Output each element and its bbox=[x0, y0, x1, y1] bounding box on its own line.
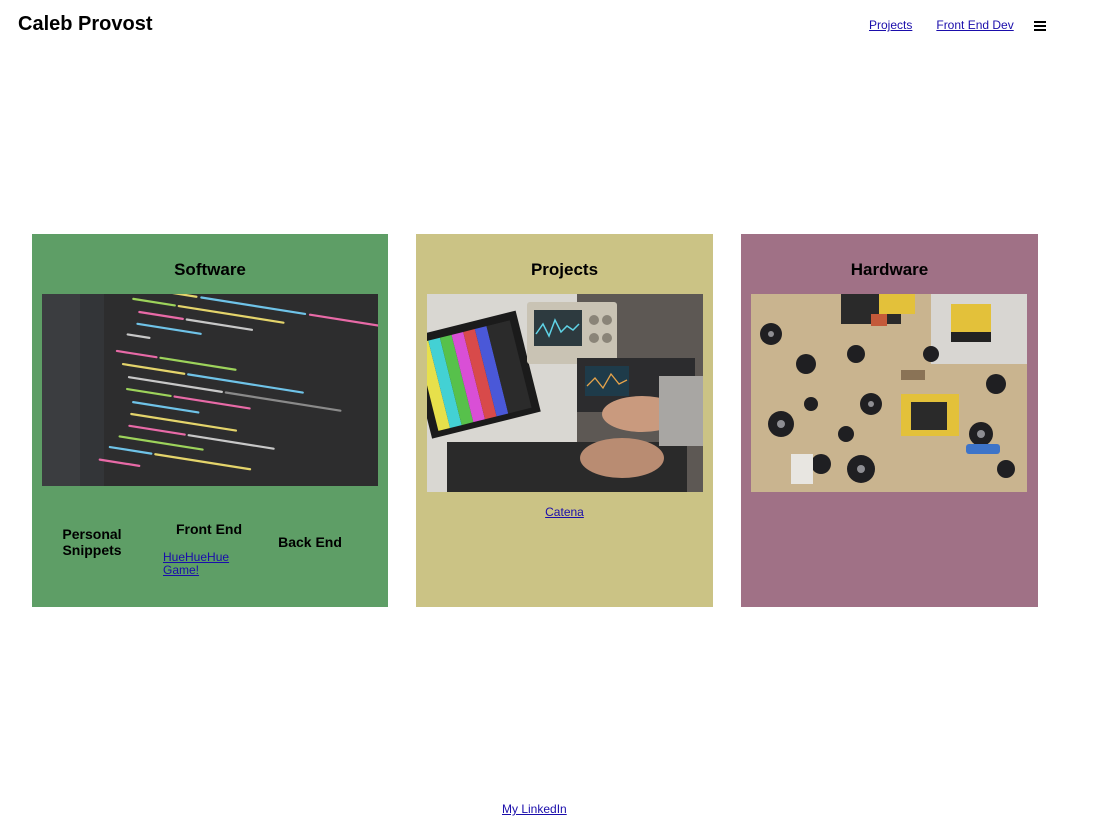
back-end-column: Back End bbox=[272, 534, 348, 550]
front-end-column: Front End HueHueHue Game! bbox=[163, 521, 255, 577]
personal-snippets-heading: Personal Snippets bbox=[62, 526, 122, 558]
site-title: Caleb Provost bbox=[18, 13, 153, 35]
nav-link-projects[interactable]: Projects bbox=[869, 18, 912, 32]
hardware-card-title: Hardware bbox=[850, 260, 929, 279]
nav-link-front-end-dev[interactable]: Front End Dev bbox=[936, 18, 1013, 32]
software-card-title: Software bbox=[174, 260, 246, 279]
code-editor-image bbox=[42, 294, 378, 486]
personal-snippets-column: Personal Snippets bbox=[54, 526, 130, 558]
footer: My LinkedIn bbox=[502, 802, 567, 816]
projects-card-title: Projects bbox=[530, 260, 599, 279]
projects-card: Projects Catena bbox=[416, 234, 713, 607]
back-end-heading: Back End bbox=[278, 534, 342, 550]
hardware-card: Hardware bbox=[741, 234, 1038, 607]
linkedin-link[interactable]: My LinkedIn bbox=[502, 802, 567, 816]
catena-link-wrapper: Catena bbox=[416, 505, 713, 519]
oscilloscope-workbench-image bbox=[427, 294, 703, 492]
front-end-heading: Front End bbox=[175, 521, 243, 537]
hamburger-menu-icon[interactable] bbox=[1033, 21, 1046, 31]
top-nav: Projects Front End Dev bbox=[869, 18, 1046, 32]
software-card: Software Personal Snippets Front End Hue… bbox=[32, 234, 388, 607]
catena-link[interactable]: Catena bbox=[545, 505, 584, 519]
circuit-board-image bbox=[751, 294, 1027, 492]
huehuehue-game-link[interactable]: HueHueHue Game! bbox=[163, 551, 235, 577]
